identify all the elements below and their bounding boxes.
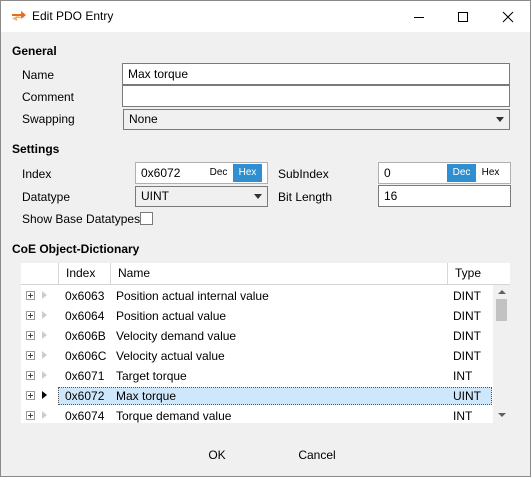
close-button[interactable] [486,1,530,32]
index-hex-button[interactable]: Hex [233,164,262,182]
row-type: UINT [453,389,481,403]
row-name: Max torque [116,389,177,403]
row-pointer-icon [42,351,47,359]
datatype-value: UINT [141,189,169,203]
cancel-button[interactable]: Cancel [279,444,355,466]
subindex-dec-button[interactable]: Dec [447,164,476,182]
row-type: DINT [453,329,481,343]
row-pointer-icon [42,411,47,419]
maximize-button[interactable] [441,1,485,32]
table-row[interactable]: 0x6064 Position actual value DINT [21,306,493,326]
scroll-down-icon[interactable] [498,413,506,417]
minimize-icon [414,16,424,18]
index-base-toggle: Dec Hex [204,164,262,182]
row-pointer-icon [42,291,47,299]
row-index: 0x6064 [65,309,105,323]
row-type: DINT [453,309,481,323]
row-name: Velocity actual value [116,349,225,363]
close-icon [502,11,514,22]
table-row[interactable]: 0x6063 Position actual internal value DI… [21,286,493,306]
table-row[interactable]: 0x606B Velocity demand value DINT [21,326,493,346]
swapping-select[interactable]: None [123,109,510,130]
expand-icon[interactable] [26,351,35,360]
current-row-pointer-icon [42,391,47,399]
table-row-selected[interactable]: 0x6072 Max torque UINT [21,386,493,406]
column-header-index[interactable]: Index [58,263,110,284]
row-index: 0x6071 [65,369,105,383]
pdo-arrows-icon [12,11,26,21]
maximize-icon [458,11,468,22]
minimize-button[interactable] [397,1,441,32]
title-bar[interactable]: Edit PDO Entry [1,1,530,32]
datatype-label: Datatype [22,190,71,204]
row-pointer-icon [42,331,47,339]
row-type: INT [453,369,473,383]
row-type: DINT [453,289,481,303]
column-header-type[interactable]: Type [447,263,493,284]
row-index: 0x606C [65,349,107,363]
ok-button[interactable]: OK [179,444,255,466]
datatype-select[interactable]: UINT [135,186,268,207]
subindex-base-toggle: Dec Hex [447,164,505,182]
row-name: Target torque [116,369,187,383]
name-label: Name [22,68,55,82]
expand-icon[interactable] [26,331,35,340]
show-base-datatypes-checkbox[interactable] [140,212,153,225]
row-name: Velocity demand value [116,329,237,343]
comment-label: Comment [22,90,75,104]
row-index: 0x6072 [65,389,105,403]
expand-icon[interactable] [26,411,35,420]
grid-header: Index Name Type [21,263,510,285]
scroll-up-icon[interactable] [498,290,506,294]
name-field[interactable]: Max torque [122,63,510,85]
general-heading: General [12,44,57,58]
table-row[interactable]: 0x606C Velocity actual value DINT [21,346,493,366]
index-label: Index [22,167,52,181]
comment-field[interactable] [122,85,510,107]
row-pointer-icon [42,371,47,379]
expand-icon[interactable] [26,371,35,380]
settings-heading: Settings [12,142,60,156]
expand-icon[interactable] [26,391,35,400]
bitlength-field[interactable]: 16 [378,185,511,207]
table-row[interactable]: 0x6071 Target torque INT [21,366,493,386]
bitlength-label: Bit Length [278,190,333,204]
row-name: Torque demand value [116,409,232,423]
vertical-scrollbar[interactable] [493,285,510,423]
table-row[interactable]: 0x6074 Torque demand value INT [21,406,493,423]
row-pointer-icon [42,311,47,319]
expand-icon[interactable] [26,311,35,320]
chevron-down-icon [496,117,504,122]
swapping-label: Swapping [22,112,75,126]
index-dec-button[interactable]: Dec [204,164,233,182]
edit-pdo-entry-dialog: Edit PDO Entry General Name Max torque C… [0,0,531,477]
subindex-value: 0 [384,166,391,180]
subindex-label: SubIndex [278,167,329,181]
index-value: 0x6072 [141,166,181,180]
row-type: INT [453,409,473,423]
row-index: 0x6074 [65,409,105,423]
column-header-name[interactable]: Name [110,263,447,284]
row-index: 0x6063 [65,289,105,303]
dictionary-heading: CoE Object-Dictionary [12,242,140,256]
window-title: Edit PDO Entry [32,9,114,23]
chevron-down-icon [254,194,262,199]
row-name: Position actual internal value [116,289,269,303]
scrollbar-thumb[interactable] [496,299,507,321]
row-index: 0x606B [65,329,106,343]
object-dictionary-grid[interactable]: Index Name Type 0x6063 Position actual i… [21,263,510,423]
swapping-value: None [129,112,158,126]
row-name: Position actual value [116,309,227,323]
expand-icon[interactable] [26,291,35,300]
subindex-hex-button[interactable]: Hex [476,164,505,182]
show-base-datatypes-label: Show Base Datatypes [22,212,141,226]
row-type: DINT [453,349,481,363]
